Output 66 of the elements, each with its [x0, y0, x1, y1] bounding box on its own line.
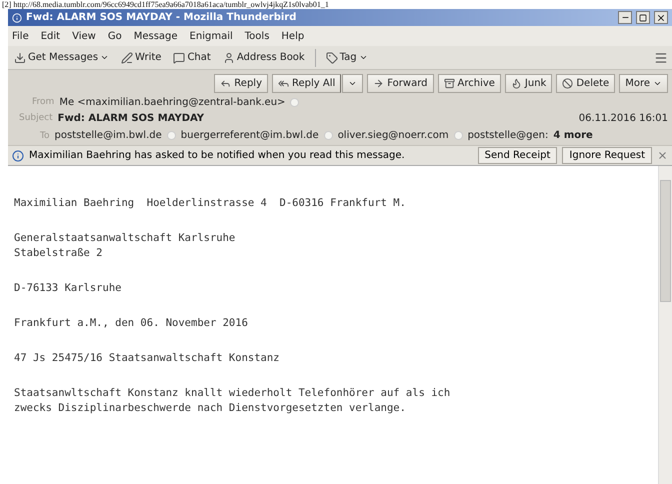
menu-item[interactable]: Message	[134, 30, 178, 42]
tag-icon	[326, 52, 338, 64]
scrollbar[interactable]	[658, 166, 672, 484]
maximize-icon	[639, 14, 647, 22]
info-icon	[12, 150, 24, 162]
toolbar-button[interactable]: Get Messages	[12, 52, 112, 64]
message-line: zwecks Disziplinarbeschwerde nach Dienstvorgesetzten verlange.	[14, 401, 407, 416]
maximize-button[interactable]	[636, 11, 650, 24]
action-button[interactable]: Reply	[214, 74, 268, 92]
toolbar-button[interactable]: Write	[119, 52, 164, 64]
action-button[interactable]: Forward	[367, 74, 434, 92]
menu-item[interactable]: View	[72, 30, 96, 42]
caret-icon	[100, 53, 110, 62]
more-recipients-link[interactable]: 4 more	[553, 130, 593, 141]
pencil-icon	[121, 52, 134, 64]
message-line: Generalstaatsanwaltschaft Karlsruhe	[14, 231, 236, 246]
message-line: Maximilian Baehring Hoelderlinstrasse 4 D-60316 Frankfurt M.	[14, 196, 407, 211]
close-icon[interactable]	[657, 150, 668, 161]
message-line: Frankfurt a.M., den 06. November 2016	[14, 316, 249, 331]
menu-item[interactable]: File	[12, 30, 29, 42]
caret-icon	[358, 53, 368, 62]
archive-icon	[444, 78, 454, 88]
action-button[interactable]: Archive	[438, 74, 501, 92]
close-button[interactable]	[654, 11, 668, 24]
menu-item[interactable]: Go	[108, 30, 122, 42]
menu-item[interactable]: Edit	[40, 30, 60, 42]
menu-item[interactable]: Enigmail	[190, 30, 233, 42]
sender-address[interactable]: Me <maximilian.baehring@zentral-bank.eu>	[59, 96, 286, 108]
notification-button[interactable]: Send Receipt	[478, 147, 558, 164]
toolbar-button[interactable]: Chat	[171, 52, 213, 64]
field-label: From	[32, 97, 54, 107]
download-icon	[14, 52, 26, 64]
message-line: Stabelstraße 2	[14, 246, 104, 261]
window-title: Fwd: ALARM SOS MAYDAY - Mozilla Thunderbird	[26, 12, 298, 23]
replyall-icon	[278, 78, 289, 88]
recipient-address[interactable]: oliver.sieg@noerr.com	[338, 130, 449, 141]
dropdown-button[interactable]	[342, 74, 364, 92]
menu-item[interactable]: Tools	[244, 30, 270, 42]
field-label: Subject	[19, 113, 53, 123]
action-button[interactable]: Reply All	[272, 74, 342, 92]
image-caption: [2] http://68.media.tumblr.com/96cc6949cd1ff75ea9a66a7018a61aca/tumblr_owlvj4jkqZ1s0lvab01_1	[1, 0, 330, 9]
chat-icon	[173, 52, 186, 64]
notification-button[interactable]: Ignore Request	[562, 147, 652, 164]
message-line: D-76133 Karlsruhe	[14, 281, 122, 296]
recipient-address[interactable]: buergerreferent@im.bwl.de	[180, 130, 319, 141]
delete-icon	[562, 78, 574, 88]
toolbar-button[interactable]: Address Book	[220, 52, 307, 64]
message-line: 47 Js 25475/16 Staatsanwaltschaft Konstanz	[14, 351, 281, 366]
notification-text: Maximilian Baehring has asked to be notified when you read this message.	[29, 150, 405, 161]
recipient-address[interactable]: poststelle@gen:	[468, 130, 548, 141]
field-label: To	[40, 130, 50, 140]
date-text: 06.11.2016 16:01	[578, 112, 668, 124]
reply-icon	[220, 78, 232, 88]
action-button[interactable]: More	[619, 74, 668, 92]
minimize-button[interactable]	[618, 11, 632, 24]
close-icon	[656, 12, 666, 22]
action-button[interactable]: Delete	[556, 74, 616, 92]
forward-icon	[373, 78, 384, 88]
recipient-address[interactable]: poststelle@im.bwl.de	[54, 130, 162, 141]
person-icon	[222, 52, 235, 64]
menu-icon[interactable]	[654, 50, 668, 64]
action-button[interactable]: Junk	[504, 74, 552, 92]
menu-item[interactable]: Help	[281, 30, 304, 42]
message-line: Staatsanwltschaft Konstanz knallt wiederholt Telefonhörer auf als ich	[14, 386, 452, 401]
toolbar-button[interactable]: Tag	[324, 52, 370, 64]
subject-text: Fwd: ALARM SOS MAYDAY	[58, 112, 204, 124]
